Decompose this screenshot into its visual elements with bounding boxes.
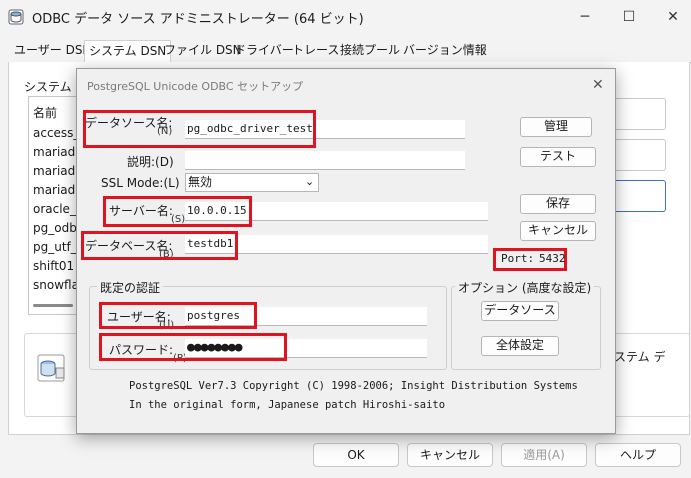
- remove-button[interactable]: [612, 139, 666, 171]
- tab-connection-pool[interactable]: 接続プール: [336, 40, 404, 61]
- minimize-icon[interactable]: ─: [567, 4, 603, 30]
- description-label: 説明:(D): [127, 155, 174, 169]
- list-item[interactable]: pg_utf_t: [33, 240, 81, 254]
- close-icon[interactable]: ✕: [592, 77, 604, 93]
- ssl-mode-label: SSL Mode:(L): [101, 176, 180, 190]
- ssl-mode-select[interactable]: 無効: [185, 173, 319, 192]
- tab-system-dsn[interactable]: システム DSN: [84, 40, 172, 63]
- horizontal-scrollbar[interactable]: [33, 304, 73, 307]
- ssl-mode-value: 無効: [188, 175, 213, 189]
- add-button[interactable]: [612, 98, 666, 130]
- list-item[interactable]: shift01: [33, 259, 74, 273]
- dialog-cancel-button[interactable]: キャンセル: [520, 221, 596, 241]
- odbc-app-icon: [8, 9, 24, 28]
- window-title: ODBC データ ソース アドミニストレーター (64 ビット): [32, 12, 364, 27]
- info-line-2: In the original form, Japanese patch Hir…: [129, 399, 446, 411]
- apply-button[interactable]: 適用(A): [501, 443, 587, 467]
- ok-button[interactable]: OK: [313, 443, 399, 467]
- port-label: Port:: [501, 252, 535, 265]
- close-icon[interactable]: ✕: [655, 4, 691, 30]
- chevron-down-icon[interactable]: ⌄: [305, 175, 314, 188]
- list-header-name[interactable]: 名前: [33, 104, 57, 121]
- tab-version-info[interactable]: バージョン情報: [399, 40, 491, 61]
- main-title-bar: ODBC データ ソース アドミニストレーター (64 ビット) ─ ☐ ✕: [0, 0, 691, 34]
- auth-group-title: 既定の認証: [97, 279, 164, 296]
- options-group-title: オプション (高度な設定): [455, 279, 595, 296]
- description-input[interactable]: [185, 151, 465, 170]
- manage-button[interactable]: 管理: [520, 117, 592, 137]
- database-icon: [36, 352, 68, 387]
- tab-strip: ユーザー DSN システム DSN ファイル DSN ドライバー トレース 接続…: [8, 40, 691, 63]
- configure-button[interactable]: [612, 180, 666, 212]
- test-button[interactable]: テスト: [520, 147, 596, 167]
- highlight-box: [99, 333, 287, 361]
- info-line-1: PostgreSQL Ver7.3 Copyright (C) 1998-200…: [129, 380, 578, 392]
- highlight-box: [99, 302, 257, 329]
- help-button[interactable]: ヘルプ: [595, 443, 681, 467]
- highlight-box: [103, 196, 252, 227]
- description-text: ステム デ: [614, 350, 666, 364]
- global-settings-button[interactable]: 全体設定: [481, 336, 559, 356]
- highlight-box: [81, 231, 238, 260]
- port-value[interactable]: 5432: [539, 252, 566, 265]
- options-group: [451, 286, 601, 370]
- save-button[interactable]: 保存: [520, 194, 596, 214]
- highlight-box: [83, 110, 316, 148]
- tab-user-dsn[interactable]: ユーザー DSN: [10, 40, 95, 61]
- setup-dialog: PostgreSQL Unicode ODBC セットアップ ✕ データソース名…: [76, 68, 616, 434]
- dialog-title: PostgreSQL Unicode ODBC セットアップ: [87, 80, 304, 93]
- maximize-icon[interactable]: ☐: [611, 4, 647, 30]
- datasource-options-button[interactable]: データソース: [481, 301, 559, 321]
- cancel-button[interactable]: キャンセル: [407, 443, 493, 467]
